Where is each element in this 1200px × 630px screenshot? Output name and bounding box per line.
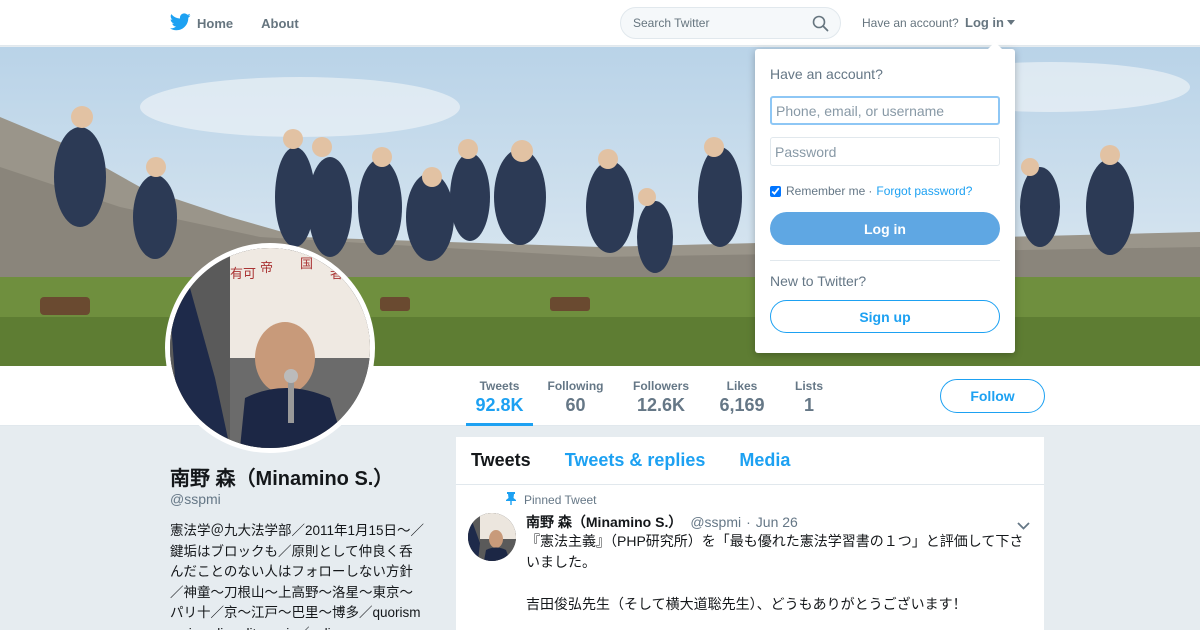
account-prompt: Have an account? <box>862 16 959 30</box>
stat-following[interactable]: Following 60 <box>544 366 607 426</box>
remember-row: Remember me · Forgot password? <box>770 184 972 198</box>
stat-lists[interactable]: Lists 1 <box>790 366 828 426</box>
stat-label: Following <box>547 379 604 393</box>
stat-value: 92.8K <box>475 395 524 415</box>
tab-tweets[interactable]: Tweets <box>471 450 531 471</box>
signup-button[interactable]: Sign up <box>770 300 1000 333</box>
tab-tweets-and-replies[interactable]: Tweets & replies <box>565 450 706 471</box>
caret-down-icon <box>1007 20 1015 25</box>
divider <box>770 260 1000 261</box>
pinned-indicator: Pinned Tweet <box>506 492 597 508</box>
follow-button[interactable]: Follow <box>940 379 1045 413</box>
profile-avatar[interactable]: 有可 帝 国 者 <box>165 243 375 453</box>
tab-media[interactable]: Media <box>739 450 790 471</box>
search-input[interactable] <box>621 8 801 38</box>
tweet-header: 南野 森（Minamino S.） @sspmi · Jun 26 <box>526 512 798 532</box>
tweet-text-line: 『憲法主義』（PHP研究所）を「最も優れた憲法学習書の１つ」と評価して下さいまし… <box>526 533 1024 570</box>
stat-tweets[interactable]: Tweets 92.8K <box>466 366 533 426</box>
tweet-text: 『憲法主義』（PHP研究所）を「最も優れた憲法学習書の１つ」と評価して下さいまし… <box>526 531 1034 615</box>
home-link[interactable]: Home <box>169 12 234 34</box>
tweet-separator: · <box>746 514 751 530</box>
tweet-text-line: 吉田俊弘先生（そして横大道聡先生）、どうもありがとうございます！ <box>526 596 967 612</box>
username-field[interactable] <box>770 96 1000 125</box>
search-icon[interactable] <box>812 15 829 37</box>
stat-label: Likes <box>726 379 758 393</box>
about-link[interactable]: About <box>261 16 299 31</box>
stat-value: 1 <box>803 395 814 415</box>
tweet-date[interactable]: Jun 26 <box>756 514 798 530</box>
remember-me-label[interactable]: Remember me <box>786 184 865 198</box>
forgot-password-link[interactable]: Forgot password? <box>876 184 972 198</box>
new-to-twitter-label: New to Twitter? <box>770 273 867 289</box>
login-dropdown: Have an account? Remember me · Forgot pa… <box>755 42 1015 353</box>
pin-icon <box>506 492 524 508</box>
tweet-avatar[interactable] <box>468 513 516 561</box>
tweet-author-handle[interactable]: @sspmi <box>690 514 741 530</box>
svg-text:帝: 帝 <box>260 260 273 276</box>
search-box <box>620 7 841 39</box>
login-dropdown-toggle[interactable]: Log in <box>965 15 1015 30</box>
top-nav: Home About Have an account? Log in <box>0 0 1200 46</box>
nav-links: Home About <box>169 0 327 46</box>
password-field[interactable] <box>770 137 1000 166</box>
login-button[interactable]: Log in <box>770 212 1000 245</box>
timeline-tabs: Tweets Tweets & replies Media <box>456 437 1044 485</box>
svg-text:有可: 有可 <box>230 267 256 282</box>
dropdown-title: Have an account? <box>770 66 883 82</box>
stat-value: 12.6K <box>636 395 686 415</box>
profile-handle[interactable]: @sspmi <box>170 491 221 507</box>
dropdown-arrow <box>987 42 1003 50</box>
pinned-label: Pinned Tweet <box>524 493 597 507</box>
separator-dot: · <box>868 184 873 198</box>
svg-text:国: 国 <box>300 257 313 272</box>
remember-me-checkbox[interactable] <box>770 185 781 197</box>
stat-label: Followers <box>632 379 689 393</box>
tweet-author-name[interactable]: 南野 森（Minamino S.） <box>526 512 682 532</box>
stat-value: 6,169 <box>719 395 765 415</box>
login-toggle-label: Log in <box>965 15 1004 30</box>
profile-bio: 憲法学＠九大法学部／2011年1月15日～／鍵垢はブロックも／原則として仲良く呑… <box>170 523 425 630</box>
twitter-bird-icon <box>169 12 197 34</box>
timeline: Tweets Tweets & replies Media Pinned Twe… <box>456 437 1044 630</box>
profile-name[interactable]: 南野 森（Minamino S.） <box>170 462 393 491</box>
stat-label: Lists <box>794 379 823 393</box>
stat-followers[interactable]: Followers 12.6K <box>629 366 693 426</box>
stat-label: Tweets <box>479 379 520 393</box>
home-label: Home <box>197 15 234 31</box>
stat-value: 60 <box>565 395 586 415</box>
stat-likes[interactable]: Likes 6,169 <box>716 366 768 426</box>
